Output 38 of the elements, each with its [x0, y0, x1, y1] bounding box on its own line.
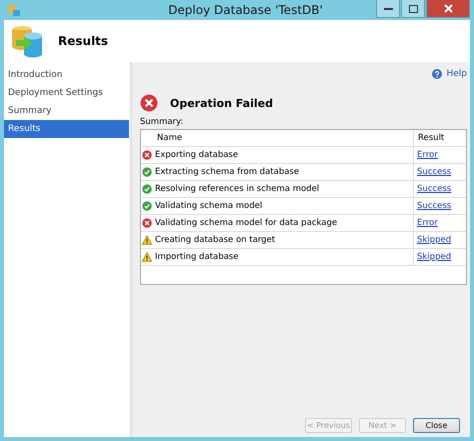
minimize-button[interactable] [376, 0, 400, 18]
minimize-icon [384, 8, 392, 10]
step-name: Creating database on target [141, 232, 414, 248]
column-header[interactable]: Result [414, 130, 466, 146]
sidebar-item[interactable]: Introduction [4, 66, 129, 84]
help-link[interactable]: Help [446, 69, 467, 79]
database-icon [10, 24, 44, 58]
maximize-button[interactable] [401, 0, 425, 18]
wizard-button[interactable]: Close [413, 418, 460, 433]
summary-label: Summary: [140, 117, 184, 127]
column-header[interactable]: Name [141, 130, 414, 146]
close-icon [444, 4, 452, 13]
step-name: Importing database [141, 249, 414, 265]
result-link[interactable]: Error [414, 147, 466, 163]
help-icon [432, 69, 442, 79]
step-name: Validating schema model for data package [141, 215, 414, 231]
result-link[interactable]: Success [414, 198, 466, 214]
result-link[interactable]: Error [414, 215, 466, 231]
app-icon [7, 3, 21, 17]
result-link[interactable]: Skipped [414, 232, 466, 248]
result-link[interactable]: Skipped [414, 249, 466, 265]
maximize-icon [408, 4, 418, 12]
page-title: Results [58, 34, 108, 48]
window-title: Deploy Database 'TestDB' [168, 3, 323, 17]
step-name: Exporting database [141, 147, 414, 163]
step-name: Extracting schema from database [141, 164, 414, 180]
result-link[interactable]: Success [414, 164, 466, 180]
sidebar-item[interactable]: Results [4, 120, 129, 138]
warning-icon [142, 252, 152, 262]
result-link[interactable]: Success [414, 181, 466, 197]
warning-icon [142, 235, 152, 245]
close-button[interactable] [426, 0, 470, 18]
status-title: Operation Failed [170, 96, 273, 110]
error-icon [140, 94, 158, 112]
sidebar-item[interactable]: Summary [4, 102, 129, 120]
step-name: Resolving references in schema model [141, 181, 414, 197]
step-name: Validating schema model [141, 198, 414, 214]
sidebar-item[interactable]: Deployment Settings [4, 84, 129, 102]
